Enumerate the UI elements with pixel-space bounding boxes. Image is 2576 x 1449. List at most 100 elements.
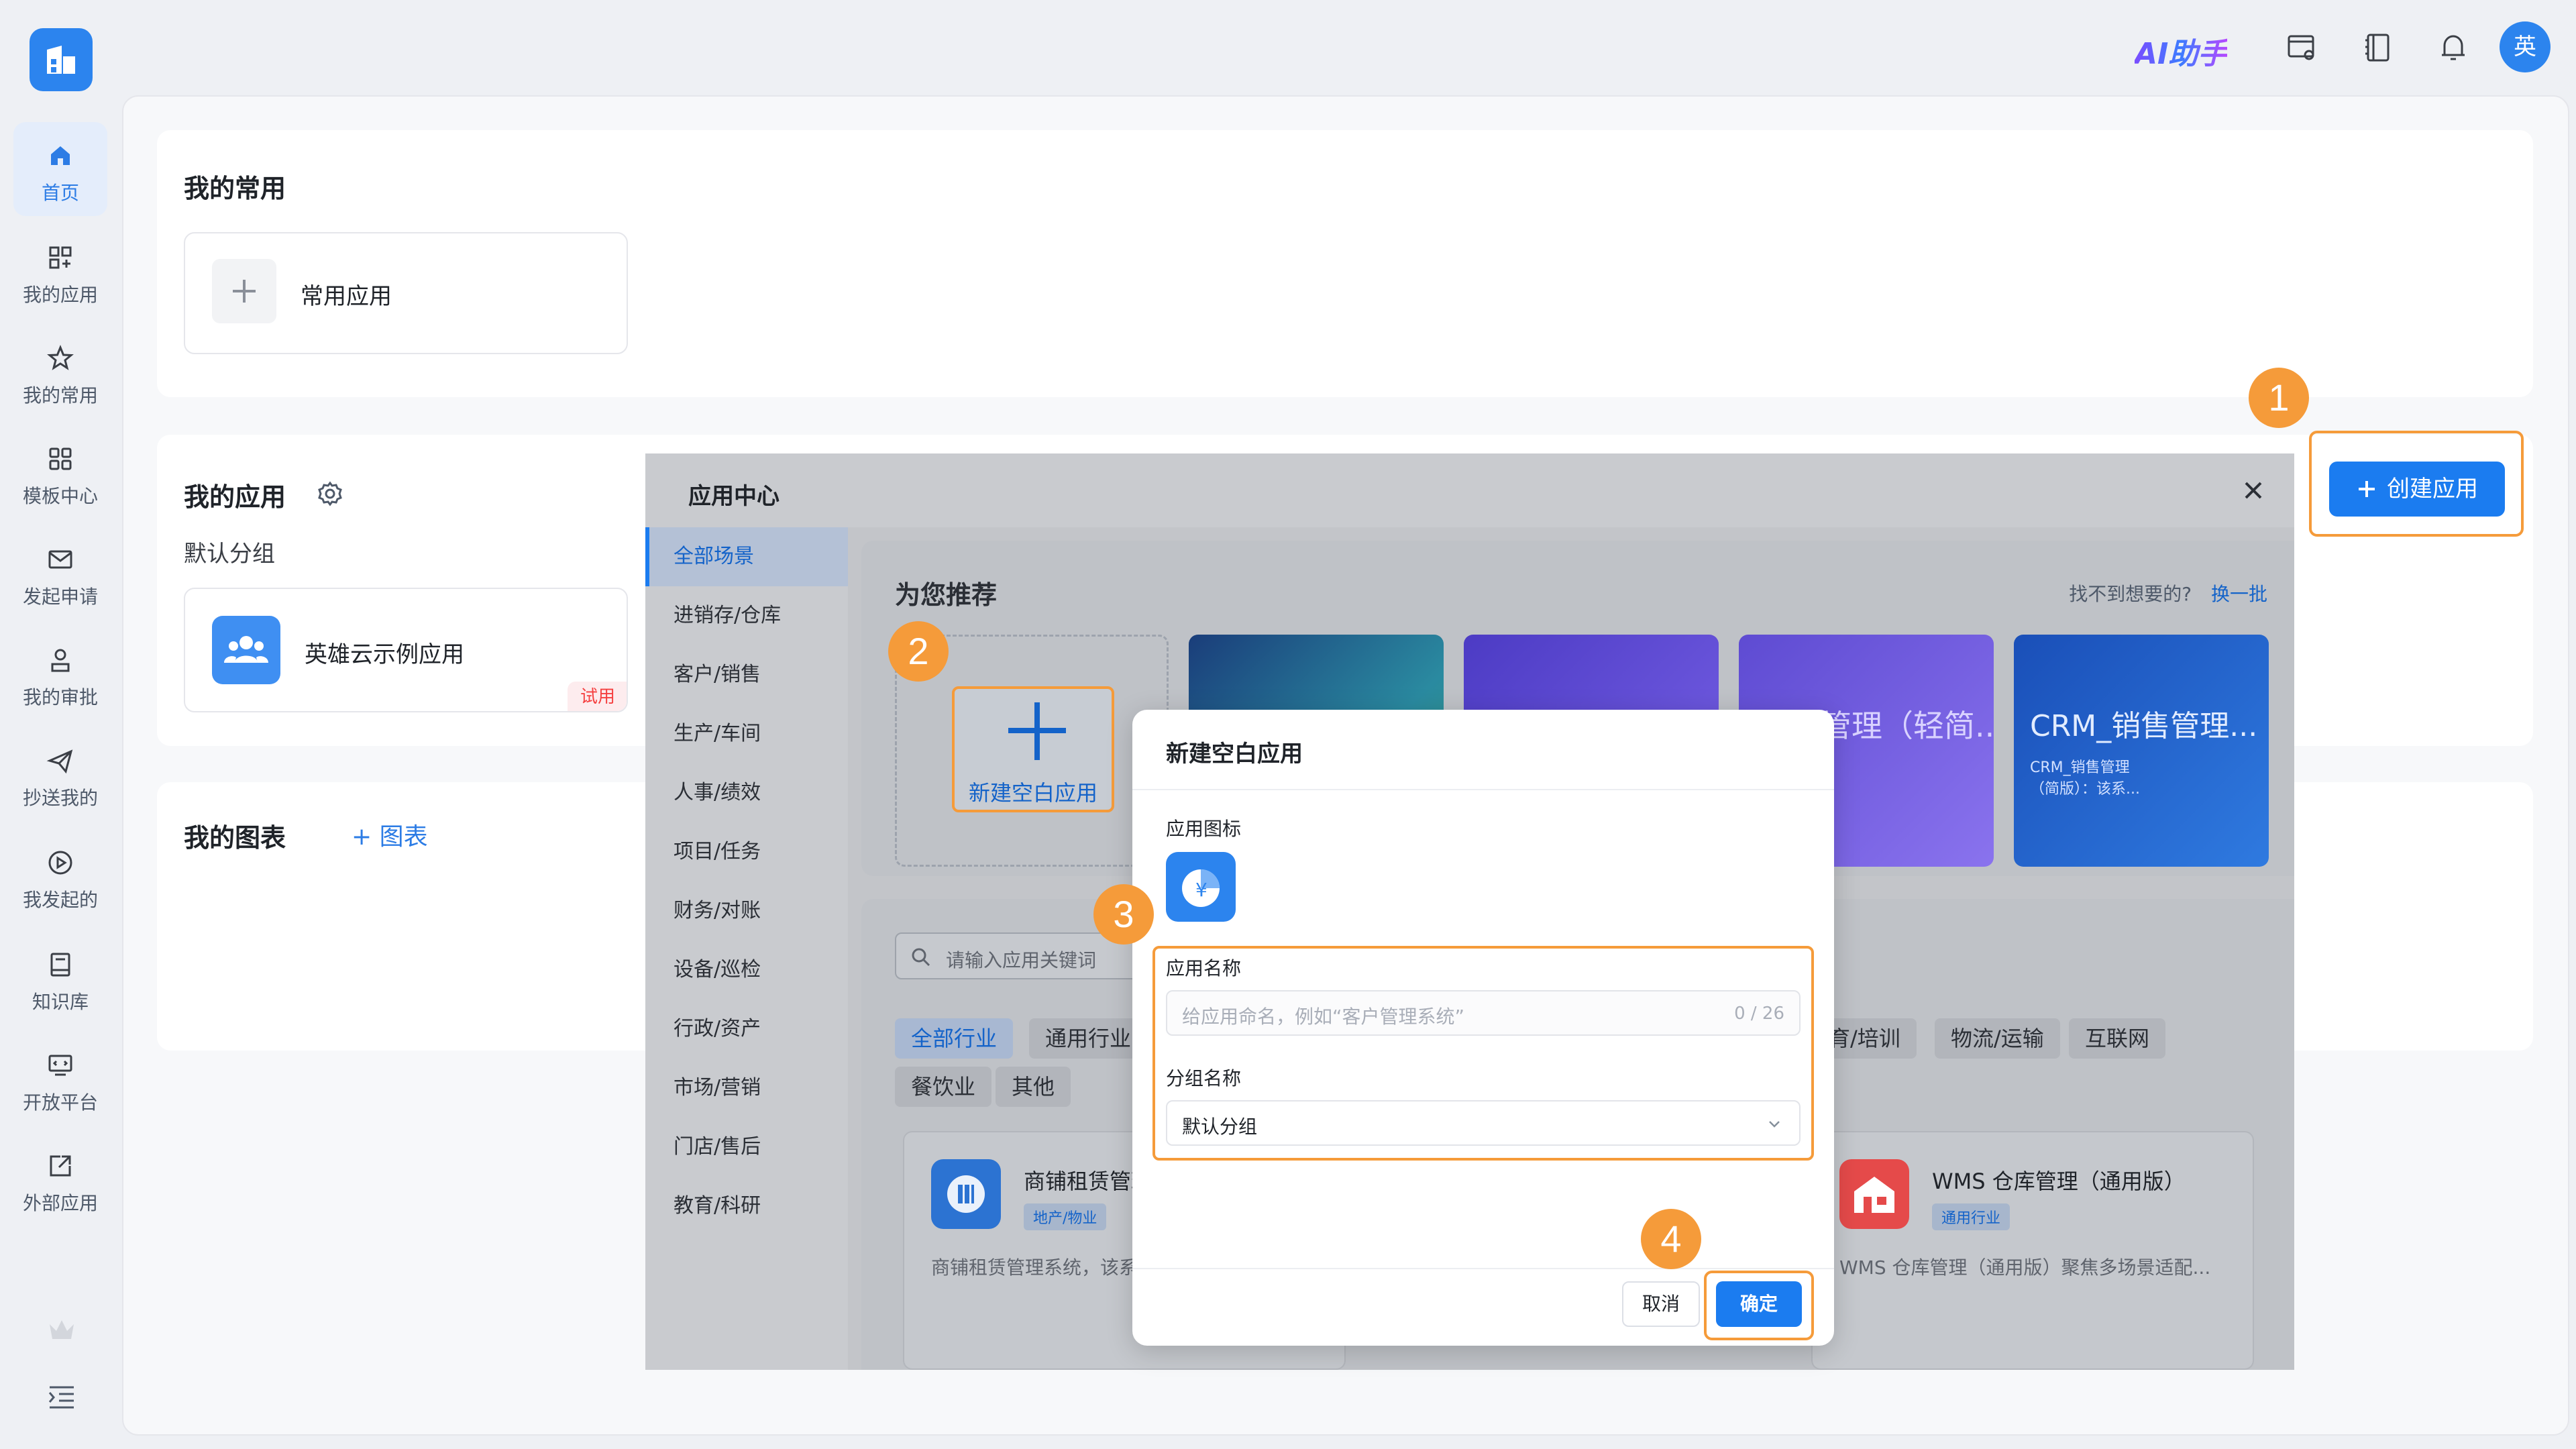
sidebar-item-favorites[interactable]: 我的常用: [13, 325, 107, 419]
sidebar-item-knowledge[interactable]: 知识库: [13, 931, 107, 1025]
sidebar-item-label: 我的应用: [22, 284, 98, 306]
group-label: 分组名称: [1166, 1067, 1242, 1089]
sidebar-item-label: 我发起的: [22, 889, 98, 911]
category-item[interactable]: 生产/车间: [645, 704, 848, 763]
sidebar-item-label: 外部应用: [22, 1192, 98, 1214]
apps-icon: [49, 246, 72, 269]
notebook-icon[interactable]: [2361, 31, 2395, 64]
template-thumb[interactable]: CRM_销售管理... CRM_销售管理（简版）：该系...: [2014, 635, 2269, 867]
recommend-hint: 找不到想要的?: [2069, 583, 2192, 605]
industry-chip[interactable]: 互联网: [2069, 1018, 2166, 1059]
app-center-title: 应用中心: [688, 483, 780, 510]
category-sidebar: 全部场景 进销存/仓库 客户/销售 生产/车间 人事/绩效 项目/任务 财务/对…: [645, 527, 848, 1370]
category-item[interactable]: 财务/对账: [645, 881, 848, 941]
category-item[interactable]: 教育/科研: [645, 1177, 848, 1236]
app-name: 英雄云示例应用: [305, 641, 464, 668]
dialog-footer-divider: [1132, 1268, 1834, 1269]
industry-chip[interactable]: 物流/运输: [1935, 1018, 2060, 1059]
sidebar-item-label: 模板中心: [22, 485, 98, 507]
plus-icon: [1034, 702, 1040, 760]
sidebar-item-submit-request[interactable]: 发起申请: [13, 526, 107, 620]
industry-chip[interactable]: 通用行业: [1029, 1018, 1148, 1059]
new-blank-app-dialog: 新建空白应用 应用图标 ¥ 应用名称 给应用命名，例如“客户管理系统” 0 / …: [1132, 710, 1834, 1346]
category-item[interactable]: 门店/售后: [645, 1118, 848, 1177]
collapse-menu-icon[interactable]: [46, 1381, 78, 1413]
app-tile-example[interactable]: 英雄云示例应用 试用: [184, 588, 628, 712]
group-select[interactable]: 默认分组: [1166, 1100, 1801, 1146]
sidebar-item-label: 知识库: [32, 991, 89, 1013]
industry-chip[interactable]: 全部行业: [895, 1018, 1014, 1059]
new-blank-app-button[interactable]: 新建空白应用: [952, 686, 1114, 812]
frequent-title: 我的常用: [184, 174, 286, 203]
sidebar-item-label: 首页: [41, 182, 79, 204]
name-placeholder: 给应用命名，例如“客户管理系统”: [1182, 1006, 1465, 1028]
team-icon: [212, 616, 280, 684]
app-logo[interactable]: [30, 28, 93, 91]
add-frequent-app[interactable]: 常用应用: [184, 232, 628, 354]
create-app-label: 创建应用: [2387, 476, 2478, 502]
play-icon: [48, 851, 72, 875]
name-label: 应用名称: [1166, 957, 1242, 979]
ai-assistant-button[interactable]: AI助手: [2135, 30, 2227, 72]
add-frequent-label: 常用应用: [301, 283, 392, 310]
sidebar-item-label: 抄送我的: [22, 787, 98, 809]
crown-icon[interactable]: [46, 1313, 78, 1346]
sidebar-item-label: 我的常用: [22, 384, 98, 407]
shop-lease-icon: [931, 1159, 1001, 1229]
book-icon: [50, 953, 70, 977]
sidebar-item-cc-me[interactable]: 抄送我的: [13, 727, 107, 821]
app-card-desc: 商铺租赁管理系统，该系: [931, 1256, 1138, 1279]
dialog-divider: [1132, 789, 1834, 790]
app-icon-picker[interactable]: ¥: [1166, 852, 1236, 922]
approver-icon: [51, 649, 70, 672]
industry-chip[interactable]: 餐饮业: [895, 1067, 992, 1107]
category-item[interactable]: 设备/巡检: [645, 941, 848, 1000]
icon-label: 应用图标: [1166, 818, 1242, 840]
category-item[interactable]: 市场/营销: [645, 1059, 848, 1118]
sidebar-item-open-platform[interactable]: 开放平台: [13, 1032, 107, 1126]
category-item[interactable]: 人事/绩效: [645, 763, 848, 822]
app-name-input[interactable]: 给应用命名，例如“客户管理系统” 0 / 26: [1166, 990, 1801, 1036]
app-card-desc: WMS 仓库管理（通用版）聚焦多场景适配...: [1839, 1256, 2211, 1279]
refresh-link[interactable]: 换一批: [2211, 583, 2267, 605]
create-app-button[interactable]: 创建应用: [2329, 462, 2505, 517]
app-card[interactable]: WMS 仓库管理（通用版） 通用行业 WMS 仓库管理（通用版）聚焦多场景适配.…: [1811, 1131, 2254, 1370]
category-item[interactable]: 进销存/仓库: [645, 586, 848, 645]
user-avatar[interactable]: 英: [2500, 21, 2551, 72]
template-thumb-title: CRM_销售管理...: [2030, 709, 2258, 743]
browser-settings-icon[interactable]: [2285, 31, 2318, 64]
sidebar-item-home[interactable]: 首页: [13, 122, 107, 216]
group-label: 默认分组: [184, 541, 275, 568]
external-link-icon: [50, 1155, 71, 1177]
sidebar-item-label: 开放平台: [22, 1091, 98, 1114]
step-badge-1: 1: [2249, 368, 2309, 428]
search-placeholder: 请输入应用关键词: [946, 949, 1097, 971]
industry-chip[interactable]: 其他: [996, 1067, 1071, 1107]
topbar-actions: AI助手 英: [2106, 0, 2576, 94]
sidebar-item-templates[interactable]: 模板中心: [13, 425, 107, 519]
plus-icon: [2359, 481, 2375, 497]
category-item[interactable]: 客户/销售: [645, 645, 848, 704]
my-charts-title: 我的图表: [184, 823, 286, 853]
add-chart-button[interactable]: + 图表: [352, 817, 428, 852]
cancel-button[interactable]: 取消: [1622, 1281, 1700, 1327]
group-select-value: 默认分组: [1182, 1116, 1258, 1138]
sidebar-item-my-apps[interactable]: 我的应用: [13, 224, 107, 318]
category-item[interactable]: 全部场景: [645, 527, 848, 586]
category-item[interactable]: 项目/任务: [645, 822, 848, 881]
svg-text:¥: ¥: [1195, 879, 1208, 901]
gear-icon[interactable]: [315, 479, 345, 508]
close-icon[interactable]: [2237, 474, 2270, 507]
sidebar-item-label: 发起申请: [22, 586, 98, 608]
sidebar-item-external-apps[interactable]: 外部应用: [13, 1132, 107, 1226]
trial-badge: 试用: [568, 682, 627, 711]
category-item[interactable]: 行政/资产: [645, 1000, 848, 1059]
sidebar-item-initiated[interactable]: 我发起的: [13, 829, 107, 923]
sidebar-item-my-approvals[interactable]: 我的审批: [13, 627, 107, 720]
bell-icon[interactable]: [2436, 31, 2470, 64]
app-card-tag: 通用行业: [1932, 1203, 2010, 1230]
confirm-button[interactable]: 确定: [1716, 1281, 1802, 1327]
new-blank-app-label: 新建空白应用: [968, 780, 1097, 806]
finance-icon: ¥: [1182, 869, 1220, 907]
template-thumb-subtitle: CRM_销售管理（简版）：该系...: [2030, 759, 2140, 798]
